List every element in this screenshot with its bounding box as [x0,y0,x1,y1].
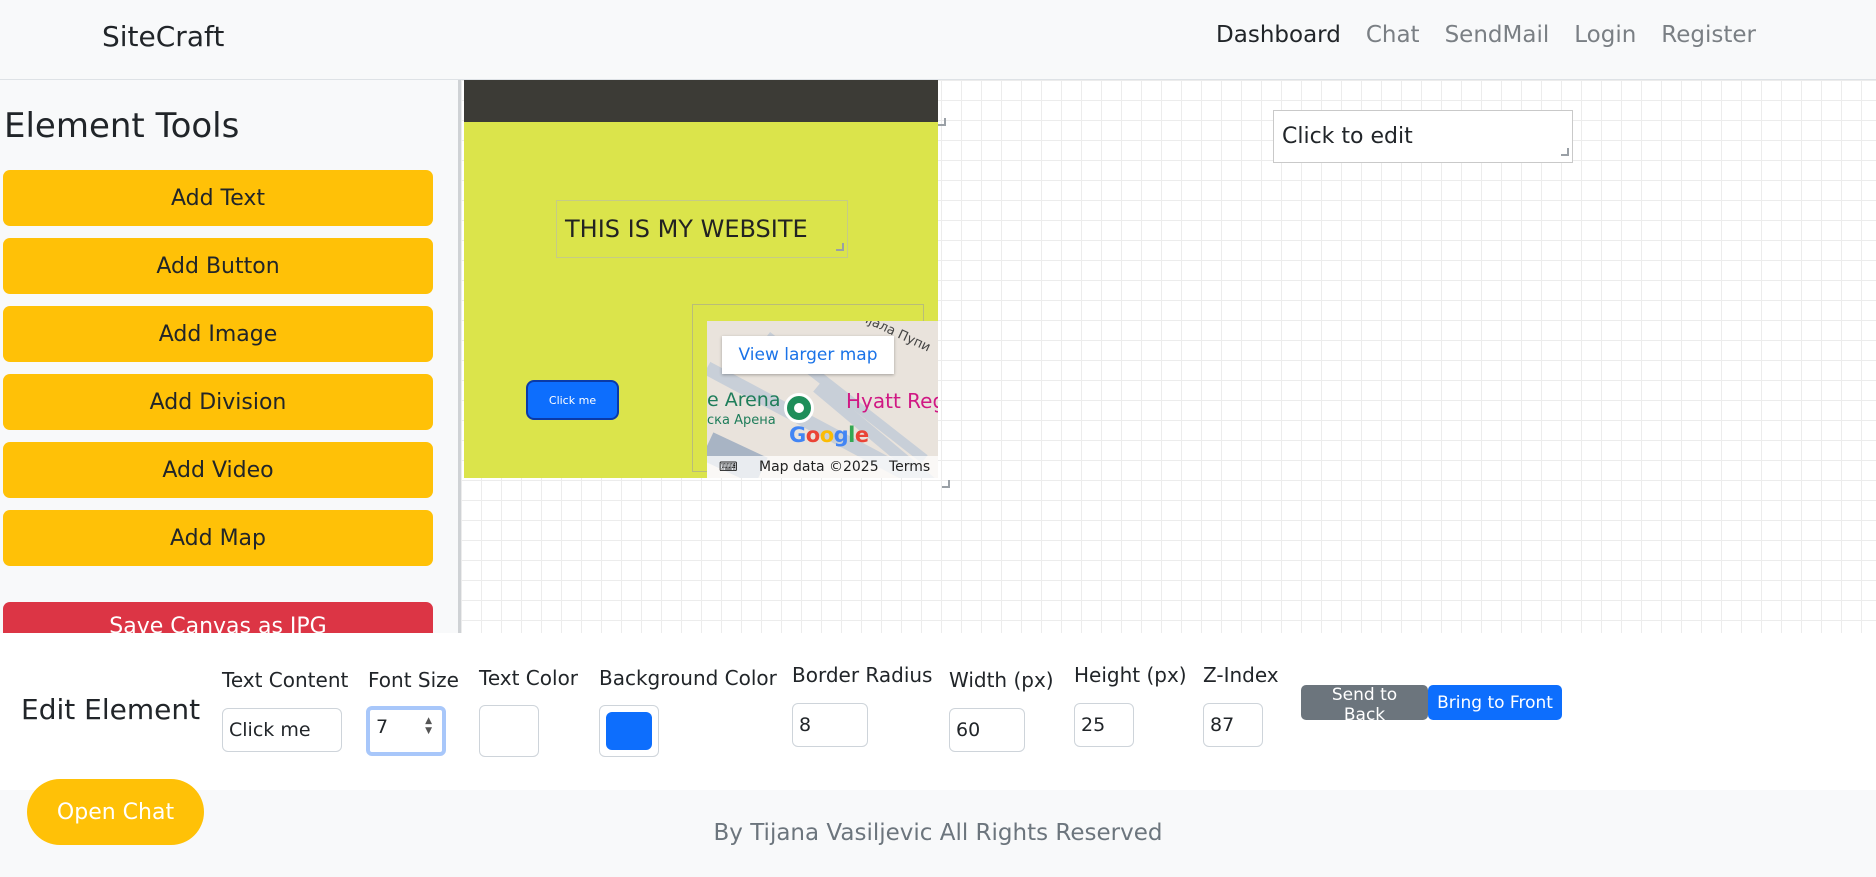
height-input[interactable] [1074,703,1134,747]
google-logo: Google [789,423,869,447]
embedded-map[interactable]: Иjaла Пупи View larger map e Arena ска А… [707,321,938,478]
nav-link-dashboard[interactable]: Dashboard [1216,22,1341,48]
add-text-button[interactable]: Add Text [3,170,433,226]
background-color-picker[interactable] [599,705,659,757]
add-video-button[interactable]: Add Video [3,442,433,498]
brand-logo[interactable]: SiteCraft [102,20,224,53]
canvas-text-box[interactable]: Click to edit [1273,110,1573,163]
add-image-button[interactable]: Add Image [3,306,433,362]
element-tools-sidebar: Element Tools Add Text Add Button Add Im… [0,80,458,633]
z-index-input[interactable] [1203,703,1263,747]
map-data-credit: Map data ©2025 [759,459,879,475]
add-button-button[interactable]: Add Button [3,238,433,294]
footer-copyright: By Tijana Vasiljevic All Rights Reserved [713,820,1163,846]
resize-handle-icon[interactable] [836,243,844,251]
navbar: SiteCraft Dashboard Chat SendMail Login … [0,0,1876,80]
font-size-value: 7 [376,716,389,738]
nav-link-register[interactable]: Register [1661,22,1756,48]
nav-links: Dashboard Chat SendMail Login Register [1216,22,1756,48]
resize-handle-icon[interactable] [938,118,946,126]
add-map-button[interactable]: Add Map [3,510,433,566]
map-hotel-label: Hyatt Regency [846,389,938,413]
nav-link-chat[interactable]: Chat [1366,22,1420,48]
text-content-label: Text Content [222,668,349,692]
edit-element-panel: Edit Element Text Content Font Size 7 ▲▼… [0,633,1876,790]
map-arena-cyrillic-label: ска Арена [707,413,776,428]
keyboard-icon[interactable]: ⌨ [719,460,738,475]
edit-panel-title: Edit Element [21,693,201,726]
z-index-label: Z-Index [1203,663,1279,687]
font-size-label: Font Size [368,668,459,692]
save-canvas-button[interactable]: Save Canvas as JPG [3,602,433,633]
canvas-click-me-button[interactable]: Click me [526,380,619,420]
map-pin-icon[interactable] [784,393,814,423]
canvas-heading-text[interactable]: THIS IS MY WEBSITE [556,200,848,258]
width-label: Width (px) [949,668,1054,692]
canvas-division[interactable]: THIS IS MY WEBSITE Click me Иjaла Пупи V… [464,80,938,478]
background-color-label: Background Color [599,666,777,690]
add-division-button[interactable]: Add Division [3,374,433,430]
send-to-back-button[interactable]: Send to Back [1301,685,1428,725]
text-color-swatch [486,712,532,750]
sidebar-title: Element Tools [4,106,240,146]
font-size-stepper[interactable]: 7 ▲ ▼ [366,706,446,756]
stepper-arrows-icon[interactable]: ▲ ▼ [425,716,432,736]
design-canvas[interactable]: THIS IS MY WEBSITE Click me Иjaла Пупи V… [458,80,1876,633]
nav-link-sendmail[interactable]: SendMail [1445,22,1550,48]
nav-link-login[interactable]: Login [1574,22,1636,48]
text-color-picker[interactable] [479,705,539,757]
border-radius-label: Border Radius [792,663,933,687]
text-content-input[interactable] [222,708,342,752]
height-label: Height (px) [1074,663,1187,687]
open-chat-button[interactable]: Open Chat [27,779,204,845]
width-input[interactable] [949,708,1025,752]
map-terms-link[interactable]: Terms [889,459,930,475]
view-larger-map-link[interactable]: View larger map [722,336,894,374]
border-radius-input[interactable] [792,703,868,747]
background-color-swatch [606,712,652,750]
resize-handle-icon[interactable] [1561,148,1569,156]
page-footer: By Tijana Vasiljevic All Rights Reserved [0,790,1876,877]
bring-to-front-button[interactable]: Bring to Front [1428,685,1562,720]
map-arena-label: e Arena [707,389,781,411]
text-color-label: Text Color [479,666,579,690]
map-attribution-bar: ⌨ Map data ©2025 Terms [707,456,938,478]
resize-handle-icon[interactable] [942,480,950,488]
division-header-bar [464,80,938,122]
